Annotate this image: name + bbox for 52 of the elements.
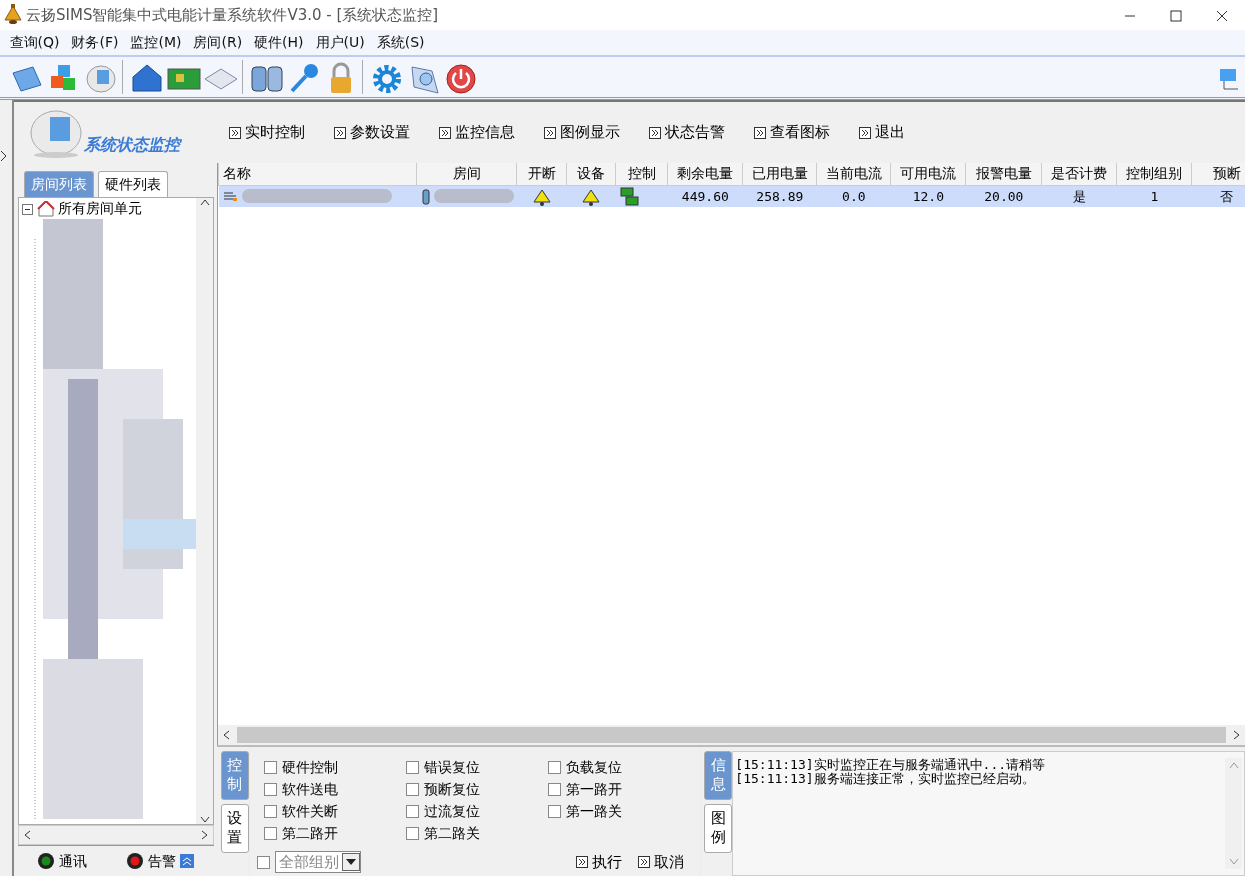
menu-item[interactable]: 系统(S) — [370, 32, 431, 53]
window-title: 云扬SIMS智能集中式电能计量系统软件V3.0 - [系统状态监控] — [26, 4, 440, 26]
action-link[interactable]: 状态告警 — [648, 121, 725, 144]
action-link[interactable]: 退出 — [858, 121, 905, 144]
checkbox[interactable]: 软件送电 — [263, 779, 406, 800]
action-link[interactable]: 图例显示 — [543, 121, 620, 144]
tree-item[interactable]: 所有房间单元 — [58, 198, 143, 219]
checkbox[interactable]: 负载复位 — [547, 757, 690, 778]
column-header[interactable]: 房间 — [416, 163, 517, 185]
menu-item[interactable]: 房间(R) — [187, 32, 249, 53]
checkbox[interactable]: 过流复位 — [405, 801, 548, 822]
checkbox[interactable]: 第二路开 — [263, 823, 406, 844]
column-header[interactable]: 名称 — [218, 163, 417, 185]
column-header[interactable]: 控制组别 — [1116, 163, 1192, 185]
column-header[interactable]: 报警电量 — [965, 163, 1042, 185]
tab[interactable]: 设置 — [220, 803, 249, 853]
column-header[interactable]: 可用电流 — [890, 163, 966, 185]
checkbox[interactable]: 错误复位 — [405, 757, 548, 778]
column-header[interactable]: 已用电量 — [742, 163, 817, 185]
checkbox[interactable]: 第一路关 — [547, 801, 690, 822]
log-line: [15:11:13]实时监控正在与服务端通讯中...请稍等 — [735, 757, 1047, 772]
action-link[interactable]: 实时控制 — [228, 121, 305, 144]
status-label: 告警 — [148, 851, 177, 871]
action-button[interactable]: 执行 — [575, 851, 622, 874]
table-row[interactable]: 449.60 258.89 0.0 12.0 20.00 是 1 否 — [218, 185, 1245, 207]
action-link[interactable]: 参数设置 — [333, 121, 410, 144]
status-label: 通讯 — [59, 851, 88, 871]
checkbox[interactable]: 软件关断 — [263, 801, 406, 822]
menu-item[interactable]: 用户(U) — [309, 32, 371, 53]
menu-item[interactable]: 财务(F) — [65, 32, 125, 53]
checkbox[interactable]: 第二路关 — [405, 823, 548, 844]
tab[interactable]: 图例 — [704, 803, 733, 853]
column-header[interactable]: 开断 — [516, 163, 567, 185]
action-link[interactable]: 查看图标 — [753, 121, 830, 144]
page-title: 系统状态监控 — [83, 133, 180, 156]
column-header[interactable]: 当前电流 — [816, 163, 891, 185]
menu-item[interactable]: 查询(Q) — [3, 32, 66, 53]
action-button[interactable]: 取消 — [637, 851, 684, 874]
checkbox[interactable]: 预断复位 — [405, 779, 548, 800]
menu-item[interactable]: 硬件(H) — [248, 32, 310, 53]
action-link[interactable]: 监控信息 — [438, 121, 515, 144]
column-header[interactable]: 设备 — [566, 163, 616, 185]
column-header[interactable]: 预断 — [1191, 163, 1245, 185]
column-header[interactable]: 剩余电量 — [667, 163, 743, 185]
tab[interactable]: 硬件列表 — [97, 171, 168, 197]
checkbox[interactable]: 硬件控制 — [263, 757, 406, 778]
checkbox[interactable]: 第一路开 — [547, 779, 690, 800]
log-line: [15:11:13]服务端连接正常，实时监控已经启动。 — [735, 771, 1035, 787]
column-header[interactable]: 控制 — [615, 163, 668, 185]
group-dropdown[interactable]: 全部组别 — [274, 851, 362, 874]
menu-item[interactable]: 监控(M) — [124, 32, 188, 53]
column-header[interactable]: 是否计费 — [1041, 163, 1117, 185]
